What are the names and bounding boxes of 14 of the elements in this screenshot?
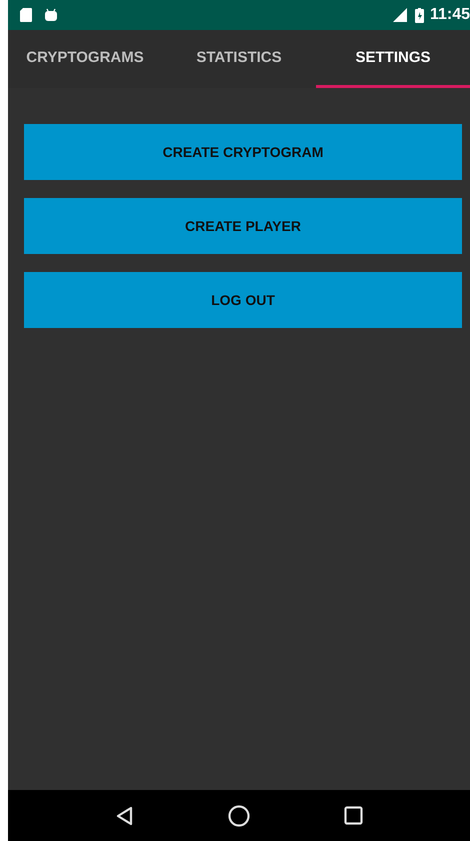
- signal-icon: [390, 8, 407, 22]
- sd-card-icon: [20, 8, 32, 22]
- tab[interactable]: SETTINGS: [316, 30, 470, 88]
- recents-icon[interactable]: [344, 806, 364, 825]
- tab[interactable]: CRYPTOGRAMS: [8, 30, 162, 88]
- home-icon[interactable]: [228, 804, 250, 826]
- android-icon: [44, 8, 58, 22]
- action-button[interactable]: LOG OUT: [24, 272, 462, 328]
- back-icon[interactable]: [114, 806, 135, 826]
- tab[interactable]: STATISTICS: [162, 30, 316, 88]
- action-button[interactable]: CREATE PLAYER: [24, 198, 462, 254]
- action-button[interactable]: CREATE CRYPTOGRAM: [24, 124, 462, 180]
- battery-icon: [414, 8, 424, 22]
- status-time: 11:45: [430, 6, 470, 24]
